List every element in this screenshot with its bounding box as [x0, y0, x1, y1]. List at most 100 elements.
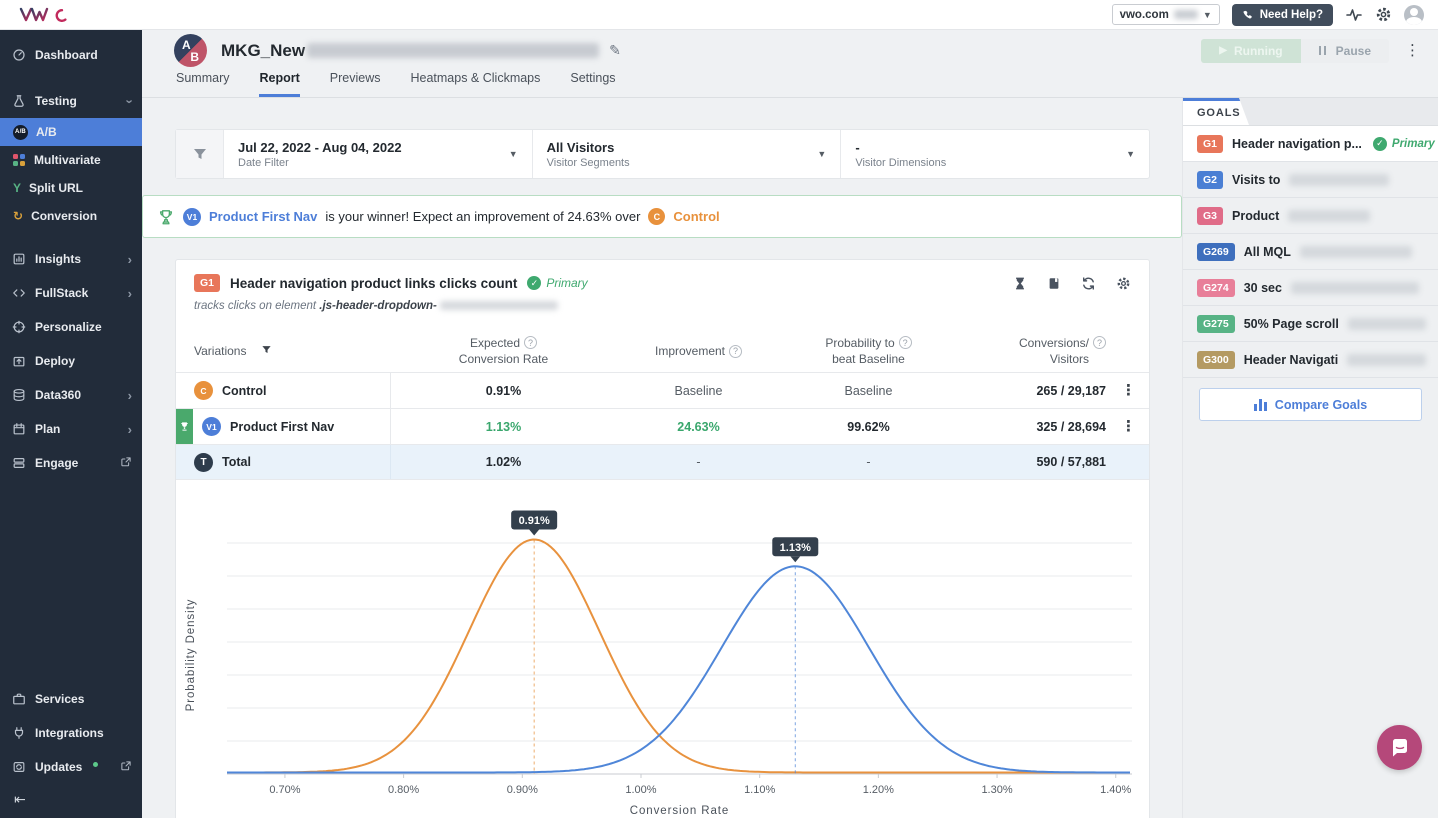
variations-filter-icon[interactable] — [261, 344, 272, 358]
filter-funnel-icon[interactable] — [176, 130, 224, 178]
date-filter-label: Date Filter — [238, 157, 402, 169]
running-button[interactable]: ▶ Running — [1201, 39, 1300, 63]
sidebar-item-split-url[interactable]: Y Split URL — [0, 174, 142, 202]
deploy-icon — [11, 354, 26, 368]
sidebar-item-ab[interactable]: A/B A/B — [0, 118, 142, 146]
pause-icon — [1319, 44, 1329, 58]
goal-list-item-g3[interactable]: G3 Product — [1183, 198, 1438, 234]
report-notebook-icon[interactable] — [1047, 276, 1061, 291]
filter-bar: Jul 22, 2022 - Aug 04, 2022 Date Filter … — [175, 129, 1150, 179]
goal-list-item-g2[interactable]: G2 Visits to — [1183, 162, 1438, 198]
sidebar-item-plan[interactable]: Plan › — [0, 412, 142, 446]
dimension-value: - — [855, 140, 946, 155]
goals-tab[interactable]: GOALS — [1183, 98, 1249, 125]
updates-new-dot — [93, 762, 98, 767]
sidebar-item-multivariate[interactable]: Multivariate — [0, 146, 142, 174]
help-icon[interactable]: ? — [524, 336, 537, 349]
help-icon[interactable]: ? — [1093, 336, 1106, 349]
help-icon[interactable]: ? — [729, 345, 742, 358]
variation-cr: 1.13% — [391, 420, 616, 434]
winner-banner: V1 Product First Nav is your winner! Exp… — [142, 195, 1182, 238]
sidebar-item-deploy[interactable]: Deploy — [0, 344, 142, 378]
sidebar-item-label: Updates — [35, 760, 82, 774]
sidebar-item-integrations[interactable]: Integrations — [0, 716, 142, 750]
svg-text:Conversion Rate: Conversion Rate — [630, 805, 729, 816]
check-icon: ✓ — [527, 276, 541, 290]
goal-label: 50% Page scroll — [1244, 317, 1339, 331]
sidebar-item-dashboard[interactable]: Dashboard — [0, 38, 142, 72]
goal-list-item-g1[interactable]: G1 Header navigation p... ✓ Primary ? — [1183, 126, 1438, 162]
chat-widget-button[interactable] — [1377, 725, 1422, 770]
status-toggle: ▶ Running Pause — [1201, 39, 1389, 63]
row-kebab-icon[interactable]: ⋮ — [1121, 418, 1136, 435]
table-row-variation1: V1 Product First Nav 1.13% 24.63% 99.62%… — [176, 408, 1149, 444]
chevron-down-icon: ▼ — [817, 149, 826, 159]
goal-badge: G274 — [1197, 279, 1235, 297]
sidebar-item-insights[interactable]: Insights › — [0, 242, 142, 276]
goal-badge: G275 — [1197, 315, 1235, 333]
goal-badge: G269 — [1197, 243, 1235, 261]
flask-icon — [11, 94, 26, 108]
main-sidebar: Dashboard Testing › A/B A/B Multivariate… — [0, 30, 142, 818]
tab-report[interactable]: Report — [259, 71, 299, 97]
winner-variation-name: Product First Nav — [209, 209, 317, 224]
sidebar-item-conversion[interactable]: ↻ Conversion — [0, 202, 142, 230]
hourglass-icon[interactable] — [1013, 276, 1027, 291]
table-row-total: T Total 1.02% - - 590 / 57,881 — [176, 444, 1149, 480]
goal-badge: G3 — [1197, 207, 1223, 225]
row-kebab-icon[interactable]: ⋮ — [1121, 382, 1136, 399]
sidebar-item-engage[interactable]: Engage — [0, 446, 142, 480]
insights-icon — [11, 252, 26, 266]
check-icon: ✓ — [1373, 137, 1387, 151]
edit-title-pencil-icon[interactable]: ✎ — [609, 42, 621, 59]
settings-gear-icon[interactable] — [1375, 6, 1392, 23]
goal-list-item-g274[interactable]: G274 30 sec — [1183, 270, 1438, 306]
svg-text:1.13%: 1.13% — [780, 542, 811, 554]
sidebar-collapse-button[interactable]: ⇤ — [0, 784, 142, 814]
total-label: Total — [222, 455, 251, 469]
sidebar-item-testing[interactable]: Testing › — [0, 84, 142, 118]
help-icon[interactable]: ? — [899, 336, 912, 349]
primary-flag: ✓ Primary — [527, 276, 587, 290]
segment-label: Visitor Segments — [547, 157, 630, 169]
tab-settings[interactable]: Settings — [570, 71, 615, 97]
engage-icon — [11, 456, 26, 470]
compare-goals-button[interactable]: Compare Goals — [1199, 388, 1422, 421]
control-probability: Baseline — [781, 384, 956, 398]
goal-settings-gear-icon[interactable] — [1116, 276, 1131, 291]
visitor-segments-dropdown[interactable]: All Visitors Visitor Segments ▼ — [532, 130, 841, 178]
goal-report-card: G1 Header navigation product links click… — [175, 259, 1150, 818]
goals-panel: GOALS G1 Header navigation p... ✓ Primar… — [1183, 98, 1438, 818]
user-avatar[interactable] — [1404, 5, 1424, 25]
vwo-logo[interactable] — [18, 4, 70, 26]
sidebar-item-updates[interactable]: Updates — [0, 750, 142, 784]
need-help-button[interactable]: Need Help? — [1232, 4, 1333, 26]
need-help-label: Need Help? — [1260, 9, 1323, 21]
plug-icon — [11, 726, 26, 740]
more-options-kebab-icon[interactable]: ⋮ — [1405, 43, 1420, 58]
goal-list-item-g269[interactable]: G269 All MQL — [1183, 234, 1438, 270]
goal-list-item-g300[interactable]: G300 Header Navigati — [1183, 342, 1438, 378]
sidebar-item-services[interactable]: Services — [0, 682, 142, 716]
svg-text:1.20%: 1.20% — [863, 784, 894, 796]
redacted-account-suffix — [1174, 10, 1198, 19]
control-badge: C — [194, 381, 213, 400]
account-selector[interactable]: vwo.com ▼ — [1112, 4, 1220, 25]
sidebar-item-data360[interactable]: Data360 › — [0, 378, 142, 412]
goal-title: Header navigation product links clicks c… — [230, 276, 517, 291]
goal-list-item-g275[interactable]: G275 50% Page scroll — [1183, 306, 1438, 342]
tab-previews[interactable]: Previews — [330, 71, 381, 97]
tab-heatmaps[interactable]: Heatmaps & Clickmaps — [410, 71, 540, 97]
sidebar-item-fullstack[interactable]: FullStack › — [0, 276, 142, 310]
sidebar-item-label: Integrations — [35, 726, 104, 740]
tab-summary[interactable]: Summary — [176, 71, 229, 97]
pause-button[interactable]: Pause — [1301, 39, 1389, 63]
total-probability: - — [781, 455, 956, 469]
date-filter-dropdown[interactable]: Jul 22, 2022 - Aug 04, 2022 Date Filter … — [224, 130, 532, 178]
refresh-icon[interactable] — [1081, 276, 1096, 291]
sidebar-item-personalize[interactable]: Personalize — [0, 310, 142, 344]
control-conversions: 265 / 29,187 — [956, 384, 1106, 398]
activity-pulse-icon[interactable] — [1345, 7, 1363, 23]
chevron-right-icon: › — [128, 388, 132, 403]
visitor-dimensions-dropdown[interactable]: - Visitor Dimensions ▼ — [840, 130, 1149, 178]
